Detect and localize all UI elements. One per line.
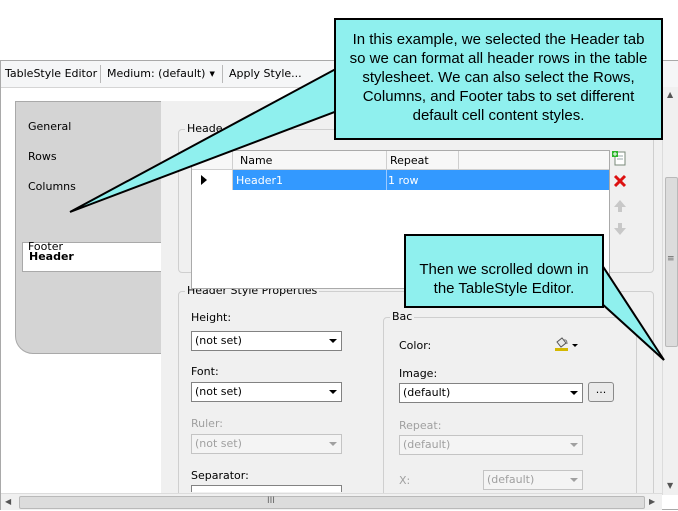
top-callout: In this example, we selected the Header …	[334, 18, 663, 140]
right-callout: Then we scrolled down in the TableStyle …	[404, 234, 604, 308]
top-callout-pointer	[69, 62, 346, 213]
right-callout-text: Then we scrolled down in the TableStyle …	[419, 261, 589, 297]
right-callout-pointer	[599, 258, 665, 361]
top-callout-text: In this example, we selected the Header …	[349, 31, 648, 124]
